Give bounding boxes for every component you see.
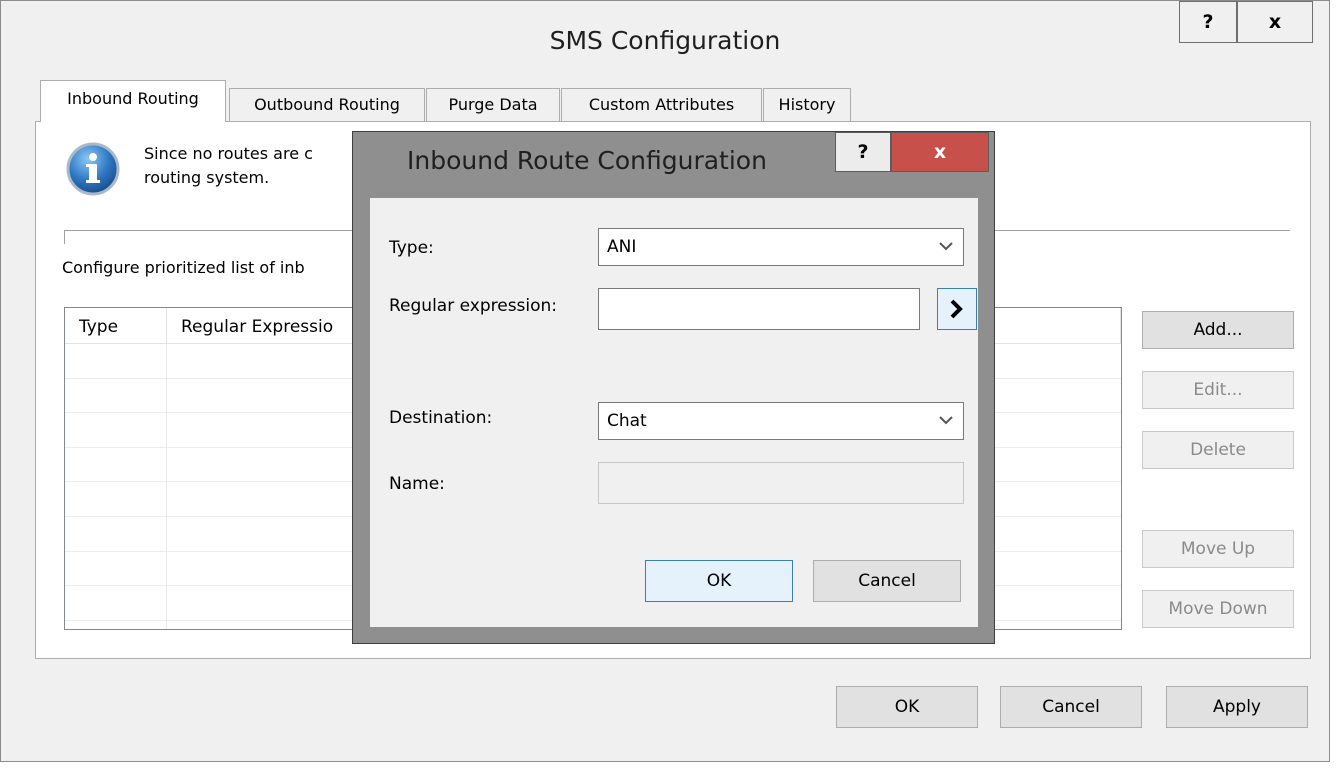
destination-select[interactable]: Chat — [598, 402, 964, 440]
tab-purge-data[interactable]: Purge Data — [426, 88, 560, 121]
regular-expression-label: Regular expression: — [389, 296, 558, 316]
tab-history[interactable]: History — [763, 88, 851, 121]
dialog-title: Inbound Route Configuration — [407, 146, 767, 175]
column-header-type[interactable]: Type — [65, 308, 167, 344]
info-message-line-2: routing system. — [144, 168, 270, 187]
column-divider — [166, 344, 167, 629]
tab-custom-attributes[interactable]: Custom Attributes — [561, 88, 762, 121]
type-select[interactable]: ANI — [598, 228, 964, 266]
name-label: Name: — [389, 474, 445, 494]
regex-expand-button[interactable] — [937, 288, 977, 330]
regular-expression-input[interactable] — [598, 288, 920, 330]
chevron-down-icon — [939, 416, 953, 425]
dialog-close-button[interactable]: x — [891, 132, 989, 172]
dialog-ok-button[interactable]: OK — [645, 560, 793, 602]
help-button[interactable]: ? — [1179, 1, 1237, 43]
chevron-down-icon — [939, 242, 953, 251]
type-label: Type: — [389, 238, 434, 258]
tab-inbound-routing[interactable]: Inbound Routing — [40, 80, 226, 122]
window-title: SMS Configuration — [549, 26, 781, 55]
separator-tick — [64, 230, 65, 244]
apply-button[interactable]: Apply — [1166, 686, 1308, 728]
dialog-cancel-button[interactable]: Cancel — [813, 560, 961, 602]
info-message-line-1: Since no routes are c — [144, 144, 313, 163]
dialog-body: Type: ANI Regular expression: Destinatio… — [370, 198, 978, 627]
info-message: Since no routes are c routing system. — [144, 142, 364, 190]
destination-select-value: Chat — [607, 411, 647, 431]
cancel-button[interactable]: Cancel — [1000, 686, 1142, 728]
info-icon — [66, 142, 120, 196]
close-button[interactable]: x — [1237, 1, 1313, 43]
name-input[interactable] — [598, 462, 964, 504]
inbound-route-configuration-dialog: Inbound Route Configuration ? x Type: AN… — [352, 131, 995, 644]
type-select-value: ANI — [607, 237, 637, 257]
chevron-right-icon — [950, 299, 963, 319]
edit-button[interactable]: Edit... — [1142, 371, 1294, 409]
dialog-help-button[interactable]: ? — [835, 132, 891, 172]
move-up-button[interactable]: Move Up — [1142, 530, 1294, 568]
configure-routes-label: Configure prioritized list of inb — [62, 258, 305, 277]
add-button[interactable]: Add... — [1142, 311, 1294, 349]
destination-label: Destination: — [389, 408, 493, 428]
tab-outbound-routing[interactable]: Outbound Routing — [229, 88, 425, 121]
delete-button[interactable]: Delete — [1142, 431, 1294, 469]
move-down-button[interactable]: Move Down — [1142, 590, 1294, 628]
ok-button[interactable]: OK — [836, 686, 978, 728]
